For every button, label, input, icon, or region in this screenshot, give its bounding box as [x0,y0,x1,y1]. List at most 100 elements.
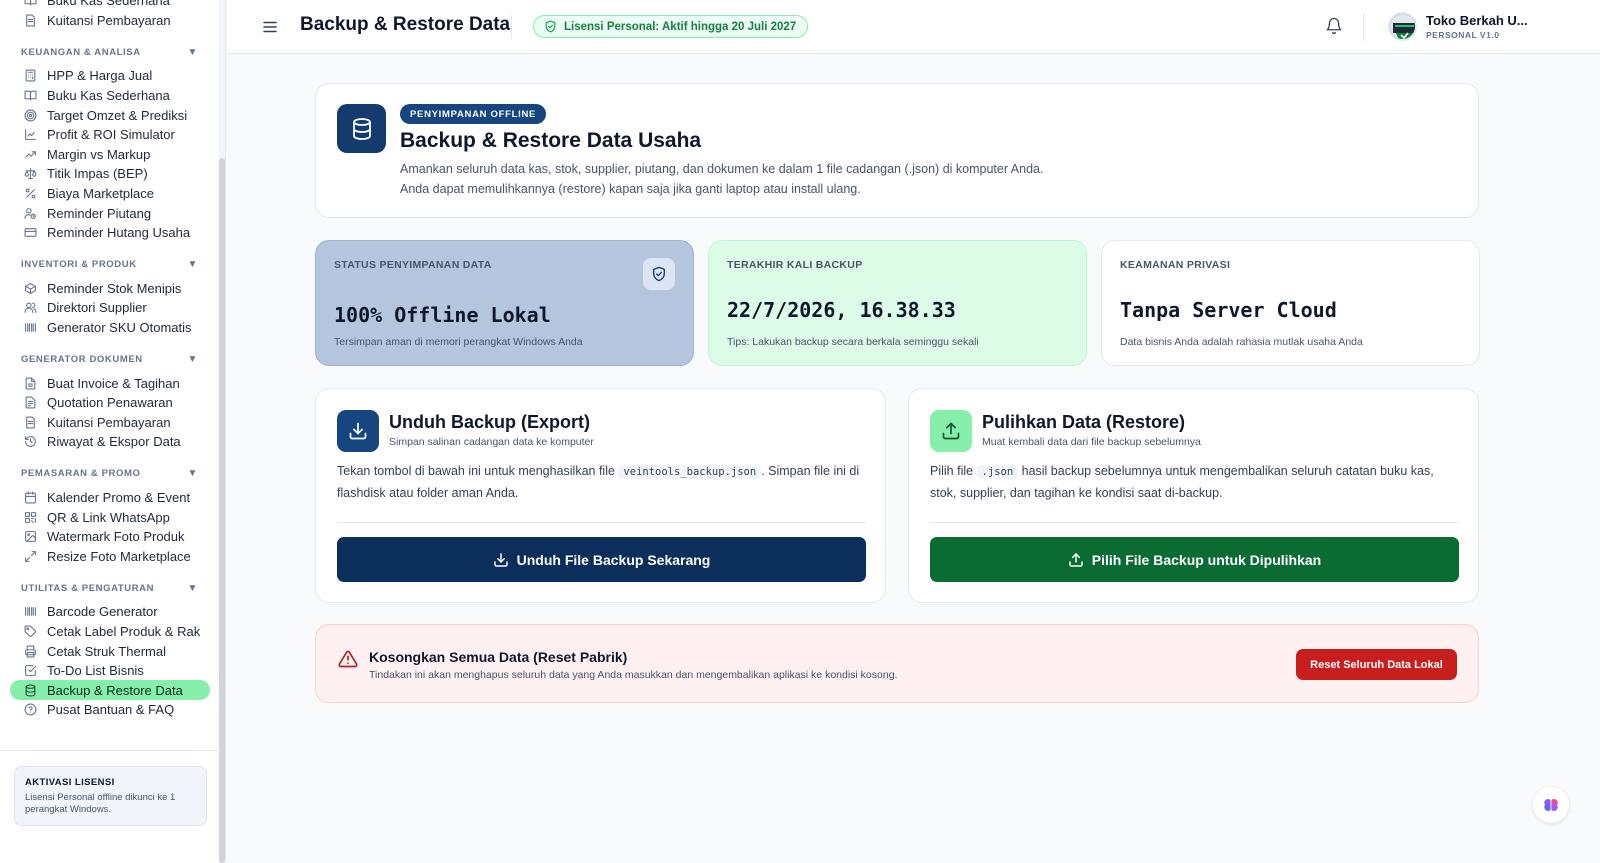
notifications-button[interactable] [1325,17,1343,35]
sidebar-item-generator-sku-otomatis[interactable]: Generator SKU Otomatis [0,318,220,338]
sidebar-item-reminder-piutang[interactable]: Reminder Piutang [0,203,220,223]
qr-code-icon [24,511,37,524]
stat-label: STATUS PENYIMPANAN DATA [334,259,492,271]
sidebar-item-buku-kas-sederhana[interactable]: Buku Kas Sederhana [0,86,220,106]
upload-icon [930,410,972,452]
sidebar-item-label: Margin vs Markup [47,146,151,162]
sidebar-item-kalender-promo-event[interactable]: Kalender Promo & Event [0,488,220,508]
sidebar-item-label: Buat Invoice & Tagihan [47,375,180,391]
sidebar-section-header[interactable]: INVENTORI & PRODUK ▼ [0,257,220,273]
sidebar-item-label: Direktori Supplier [47,300,147,316]
chevron-down-icon[interactable]: ▼ [188,259,199,270]
restore-divider [930,522,1459,523]
sidebar-item-quotation-penawaran[interactable]: Quotation Penawaran [0,393,220,413]
sidebar-item-resize-foto-marketplace[interactable]: Resize Foto Marketplace [0,546,220,566]
sidebar-section-title: INVENTORI & PRODUK [21,259,137,271]
sidebar-item-kuitansi-pembayaran[interactable]: Kuitansi Pembayaran [0,11,220,31]
chevron-down-icon[interactable]: ▼ [188,583,199,594]
shield-check-icon [544,20,557,33]
database-icon [337,104,386,153]
sidebar-item-label: Profit & ROI Simulator [47,127,175,143]
chevron-down-icon[interactable]: ▼ [188,47,199,58]
sidebar-item-hpp-harga-jual[interactable]: HPP & Harga Jual [0,66,220,86]
sidebar-item-pusat-bantuan-faq[interactable]: Pusat Bantuan & FAQ [0,700,220,720]
hero-description-line-1: Amankan seluruh data kas, stok, supplier… [400,162,1044,176]
sidebar-item-label: Titik Impas (BEP) [47,166,148,182]
percent-icon [24,187,37,200]
reset-all-data-button[interactable]: Reset Seluruh Data Lokal [1296,649,1457,680]
restore-title: Pulihkan Data (Restore) [982,412,1186,432]
resize-icon [24,550,37,563]
sidebar-item-riwayat-ekspor-data[interactable]: Riwayat & Ekspor Data [0,432,220,452]
restore-backup-button[interactable]: Pilih File Backup untuk Dipulihkan [930,537,1459,582]
sidebar-item-buat-invoice-tagihan[interactable]: Buat Invoice & Tagihan [0,373,220,393]
sidebar-section-title: GENERATOR DOKUMEN [21,353,143,365]
sidebar-item-titik-impas-bep[interactable]: Titik Impas (BEP) [0,164,220,184]
sidebar-item-watermark-foto-produk[interactable]: Watermark Foto Produk [0,527,220,547]
sidebar-section-header[interactable]: PEMASARAN & PROMO ▼ [0,466,220,482]
chevron-down-icon[interactable]: ▼ [188,354,199,365]
store-version: PERSONAL V1.0 [1426,30,1500,40]
restore-backup-label: Pilih File Backup untuk Dipulihkan [1091,551,1322,568]
printer-icon [24,645,37,658]
sidebar-item-kuitansi-pembayaran[interactable]: Kuitansi Pembayaran [0,413,220,433]
sidebar-section-header[interactable]: UTILITAS & PENGATURAN ▼ [0,580,220,596]
stat-label: TERAKHIR KALI BACKUP [727,259,863,271]
sidebar-item-label: Generator SKU Otomatis [47,320,192,336]
receipt-icon [24,416,37,429]
calendar-icon [24,491,37,504]
sidebar-item-label: Kalender Promo & Event [47,489,191,505]
sidebar-item-direktori-supplier[interactable]: Direktori Supplier [0,298,220,318]
sidebar-section-header[interactable]: KEUANGAN & ANALISA ▼ [0,44,220,60]
store-name[interactable]: Toko Berkah U... [1426,13,1528,28]
chart-line-icon [24,128,37,141]
sidebar-item-label: Buku Kas Sederhana [47,0,170,9]
sidebar-item-cetak-struk-thermal[interactable]: Cetak Struk Thermal [0,641,220,661]
sidebar-item-label: Resize Foto Marketplace [47,548,191,564]
sidebar-item-barcode-generator[interactable]: Barcode Generator [0,602,220,622]
user-clock-icon [24,207,37,220]
sidebar-item-label: Cetak Struk Thermal [47,643,166,659]
sidebar-item-cetak-label-produk-rak[interactable]: Cetak Label Produk & Rak [0,622,220,642]
sidebar-item-reminder-stok-menipis[interactable]: Reminder Stok Menipis [0,279,220,299]
hamburger-icon [263,21,277,33]
assistant-fab-button[interactable] [1533,787,1569,823]
sidebar-item-biaya-marketplace[interactable]: Biaya Marketplace [0,184,220,204]
license-activation-title: AKTIVASI LISENSI [25,777,115,788]
sidebar-item-backup-restore-data[interactable]: Backup & Restore Data [10,680,210,701]
sidebar-nav: Buku Kas Sederhana Kuitansi Pembayaran KEU… [0,0,220,720]
sidebar-item-margin-vs-markup[interactable]: Margin vs Markup [0,145,220,165]
chevron-down-icon[interactable]: ▼ [188,468,199,479]
download-backup-label: Unduh File Backup Sekarang [516,551,711,568]
store-avatar[interactable] [1388,12,1417,41]
menu-toggle-button[interactable] [261,18,279,36]
sidebar-item-label: Kuitansi Pembayaran [47,414,171,430]
sidebar-item-profit-roi-simulator[interactable]: Profit & ROI Simulator [0,125,220,145]
brain-icon [1544,799,1558,811]
target-icon [24,109,37,122]
sidebar-item-target-omzet-prediksi[interactable]: Target Omzet & Prediksi [0,105,220,125]
export-description-text: Tekan tombol di bawah ini untuk menghasi… [337,464,619,478]
header-divider [511,15,512,39]
sidebar-item-label: Buku Kas Sederhana [47,88,170,104]
sidebar-item-label: Backup & Restore Data [47,682,183,698]
barcode-icon [24,605,37,618]
help-circle-icon [24,703,37,716]
license-activation-text: Lisensi Personal offline dikunci ke 1 pe… [25,792,176,815]
license-status-text: Lisensi Personal: Aktif hingga 20 Juli 2… [564,20,797,33]
sidebar-section-header[interactable]: GENERATOR DOKUMEN ▼ [0,351,220,367]
sidebar-item-label: Reminder Piutang [47,205,152,221]
image-icon [24,530,37,543]
sidebar-divider [0,750,220,751]
export-backup-card: Unduh Backup (Export) Simpan salinan cad… [315,388,886,603]
sidebar-item-qr-link-whatsapp[interactable]: QR & Link WhatsApp [0,507,220,527]
license-activation-box[interactable]: AKTIVASI LISENSI Lisensi Personal offlin… [14,766,207,826]
sidebar-item-buku-kas-sederhana[interactable]: Buku Kas Sederhana [0,0,220,11]
sidebar-item-label: Biaya Marketplace [47,186,154,202]
restore-subtitle: Muat kembali data dari file backup sebel… [982,436,1201,448]
tag-icon [24,625,37,638]
database-icon [24,684,37,697]
download-backup-button[interactable]: Unduh File Backup Sekarang [337,537,866,582]
sidebar-item-to-do-list-bisnis[interactable]: To-Do List Bisnis [0,661,220,681]
sidebar-item-reminder-hutang-usaha[interactable]: Reminder Hutang Usaha [0,223,220,243]
